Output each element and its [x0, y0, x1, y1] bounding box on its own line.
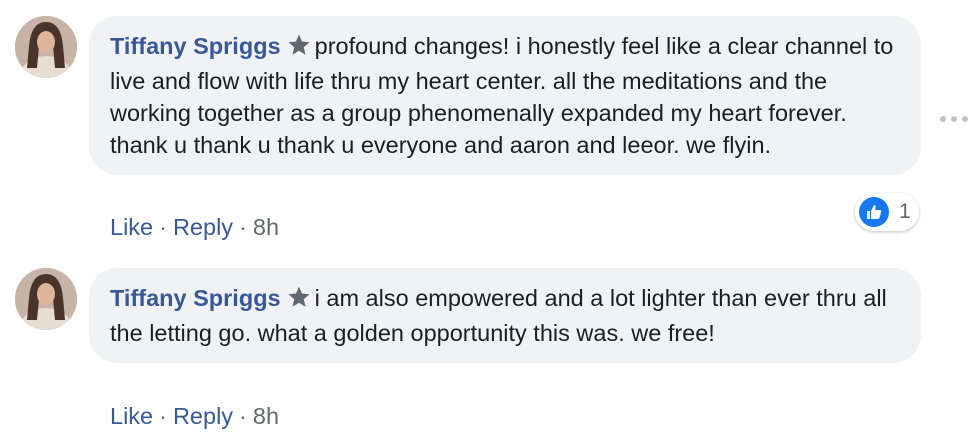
avatar[interactable]	[15, 268, 77, 330]
avatar[interactable]	[15, 16, 77, 78]
comment-actions: Like · Reply · 8h	[110, 403, 279, 430]
comment-actions: Like · Reply · 8h	[110, 214, 279, 241]
like-button[interactable]: Like	[110, 403, 153, 429]
timestamp[interactable]: 8h	[253, 214, 279, 240]
separator: ·	[239, 214, 247, 240]
comment-bubble: Tiffany Spriggs profound changes! i hones…	[89, 16, 921, 175]
separator: ·	[239, 403, 247, 429]
reply-button[interactable]: Reply	[173, 403, 233, 429]
separator: ·	[159, 214, 167, 240]
more-options-icon[interactable]	[940, 116, 968, 122]
reaction-summary[interactable]: 1	[855, 193, 919, 231]
comment-bubble: Tiffany Spriggs i am also empowered and a…	[89, 268, 921, 363]
timestamp[interactable]: 8h	[253, 403, 279, 429]
star-badge-icon	[287, 33, 311, 65]
author-name[interactable]: Tiffany Spriggs	[110, 33, 281, 59]
star-badge-icon	[287, 285, 311, 317]
thumbs-up-icon	[859, 197, 889, 227]
like-button[interactable]: Like	[110, 214, 153, 240]
reply-button[interactable]: Reply	[173, 214, 233, 240]
reaction-count: 1	[899, 200, 911, 223]
separator: ·	[159, 403, 167, 429]
author-name[interactable]: Tiffany Spriggs	[110, 285, 281, 311]
